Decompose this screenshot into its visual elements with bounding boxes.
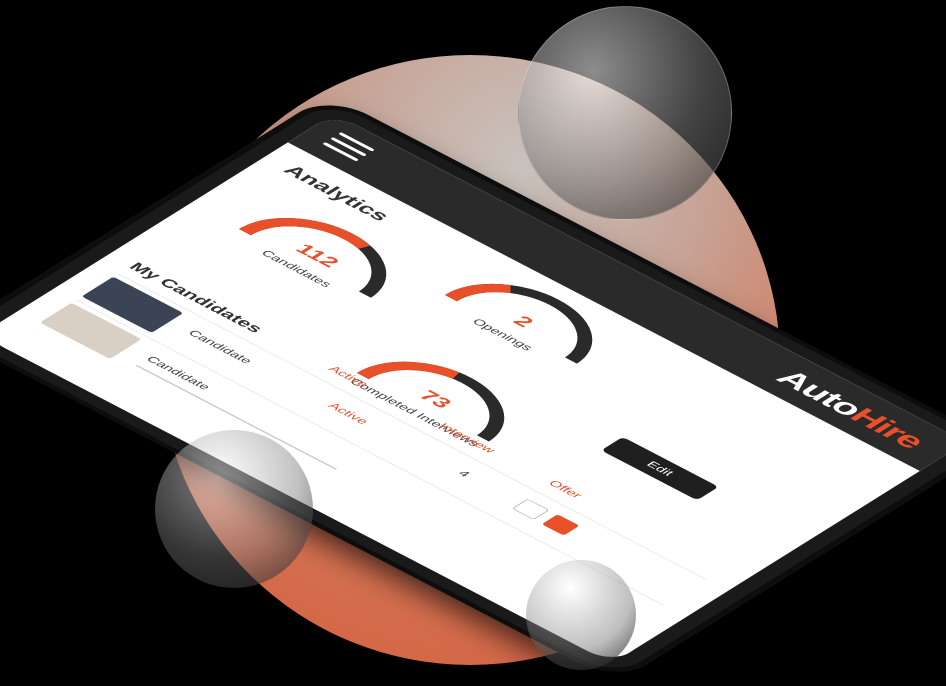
row-name: Candidate [185, 327, 256, 366]
row-count: 4 [455, 468, 474, 479]
decor-bubble-bottom [526, 560, 636, 670]
row-action-icon[interactable] [541, 514, 580, 536]
app-logo: AutoHire [768, 365, 932, 454]
phone-body: AutoHire Analytics 112 Candidates 2 Open… [0, 100, 946, 678]
decor-bubble-top [518, 6, 732, 220]
hamburger-menu-icon[interactable] [321, 132, 375, 162]
tab-offer[interactable]: Offer [546, 478, 585, 500]
gauge-candidates: 112 Candidates [208, 188, 437, 316]
row-status: Active [325, 400, 372, 426]
phone-mockup: AutoHire Analytics 112 Candidates 2 Open… [0, 100, 946, 678]
edit-button[interactable]: Edit [601, 436, 719, 501]
phone-screen: AutoHire Analytics 112 Candidates 2 Open… [0, 113, 946, 664]
decor-bubble-left [155, 430, 313, 588]
row-checkbox[interactable] [511, 498, 550, 521]
